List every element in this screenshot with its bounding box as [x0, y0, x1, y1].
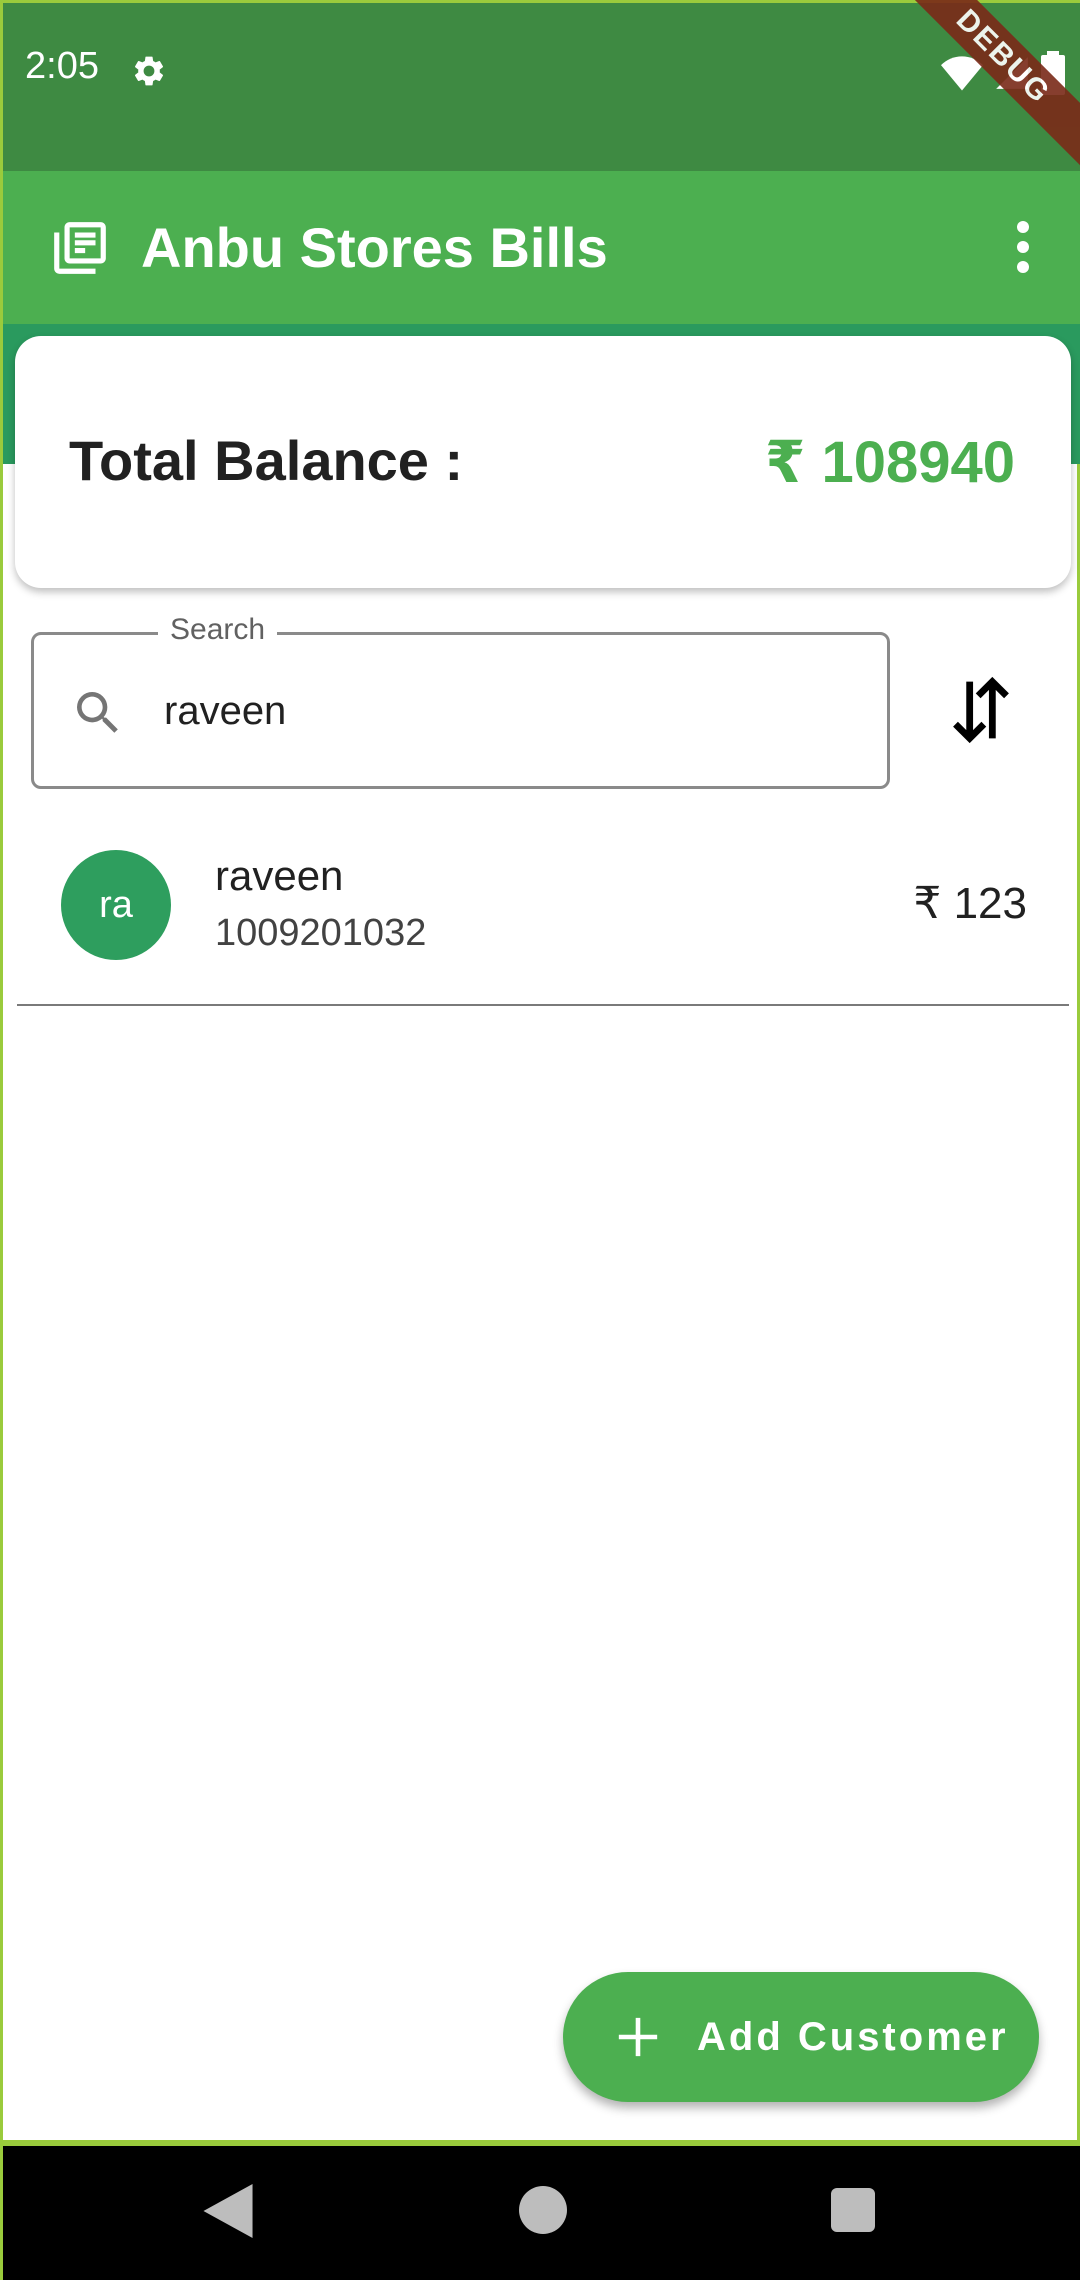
search-icon: [77, 692, 118, 733]
bills-icon: [54, 222, 106, 274]
balance-card: Total Balance : ₹ 108940: [15, 336, 1071, 588]
back-icon[interactable]: [203, 2184, 253, 2238]
home-icon[interactable]: [519, 2186, 567, 2234]
add-customer-button[interactable]: Add Customer: [563, 1972, 1039, 2102]
app-bar: Anbu Stores Bills: [3, 171, 1080, 324]
swap-vertical-icon[interactable]: [947, 670, 1015, 750]
gear-icon: [134, 56, 164, 86]
search-field[interactable]: Search: [31, 613, 890, 789]
system-nav-bar: [3, 2146, 1080, 2280]
recents-icon[interactable]: [831, 2188, 875, 2232]
status-time: 2:05: [25, 45, 99, 87]
customer-amount: ₹ 123: [913, 879, 1027, 928]
balance-value: ₹ 108940: [764, 430, 1015, 495]
balance-label: Total Balance :: [69, 429, 464, 492]
customer-avatar: ra: [61, 850, 171, 960]
plus-icon: [618, 2017, 658, 2057]
app-title: Anbu Stores Bills: [141, 216, 608, 279]
app-screen: 2:05 DEBUG Anbu Stores Bills Total Balan…: [0, 0, 1080, 2280]
search-input[interactable]: [164, 675, 864, 747]
status-bar: 2:05 DEBUG: [3, 0, 1080, 179]
customer-phone: 1009201032: [215, 912, 427, 954]
customer-name: raveen: [215, 852, 344, 899]
add-customer-label: Add Customer: [697, 2014, 1009, 2059]
search-label: Search: [158, 613, 278, 647]
more-vert-icon[interactable]: [1003, 215, 1043, 279]
customer-list-item[interactable]: ra raveen 1009201032 ₹ 123: [17, 820, 1069, 1006]
